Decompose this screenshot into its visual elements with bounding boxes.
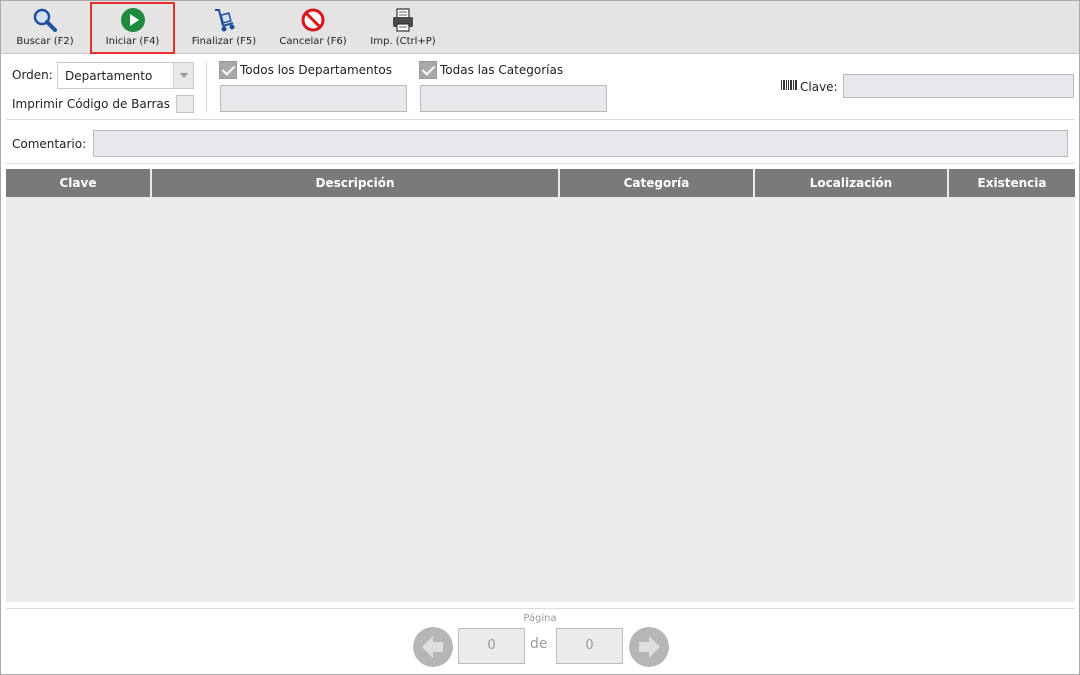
- divider: [6, 119, 1075, 120]
- finish-button[interactable]: Finalizar (F5): [185, 3, 263, 53]
- arrow-right-icon: [639, 636, 660, 658]
- previous-page-button[interactable]: [413, 627, 453, 667]
- search-button[interactable]: Buscar (F2): [7, 3, 83, 53]
- category-field[interactable]: [420, 85, 607, 112]
- cancel-button-label: Cancelar (F6): [279, 36, 347, 47]
- arrow-left-icon: [422, 636, 443, 658]
- order-select-arrow[interactable]: [173, 63, 193, 88]
- total-pages-field: 0: [556, 628, 623, 664]
- barcode-icon: [781, 80, 797, 90]
- department-field[interactable]: [220, 85, 407, 112]
- divider: [6, 163, 1075, 164]
- start-button-label: Iniciar (F4): [105, 36, 160, 47]
- inventory-window: Buscar (F2) Iniciar (F4) Finalizar (F5): [0, 0, 1080, 675]
- all-departments-label: Todos los Departamentos: [240, 63, 392, 77]
- order-select-value: Departamento: [65, 69, 153, 83]
- clave-label: Clave:: [800, 80, 838, 94]
- current-page-field[interactable]: 0: [458, 628, 525, 664]
- toolbar: Buscar (F2) Iniciar (F4) Finalizar (F5): [1, 1, 1079, 54]
- print-button[interactable]: Imp. (Ctrl+P): [365, 3, 441, 53]
- printer-icon: [393, 8, 413, 32]
- finish-button-label: Finalizar (F5): [191, 36, 257, 47]
- comment-field[interactable]: [93, 130, 1068, 157]
- column-header-existencia[interactable]: Existencia: [949, 169, 1075, 197]
- all-categories-checkbox[interactable]: [419, 61, 437, 79]
- comment-label: Comentario:: [12, 137, 87, 151]
- print-barcode-checkbox[interactable]: [176, 95, 194, 113]
- cancel-icon: [301, 8, 325, 32]
- clave-field[interactable]: [843, 74, 1074, 98]
- all-departments-checkbox[interactable]: [219, 61, 237, 79]
- cancel-button[interactable]: Cancelar (F6): [273, 3, 353, 53]
- order-label: Orden:: [12, 68, 53, 82]
- order-select[interactable]: Departamento: [57, 62, 194, 89]
- next-page-button[interactable]: [629, 627, 669, 667]
- column-header-localizacion[interactable]: Localización: [755, 169, 949, 197]
- hand-truck-icon: [215, 9, 235, 32]
- print-barcode-label: Imprimir Código de Barras: [12, 97, 170, 111]
- all-categories-label: Todas las Categorías: [440, 63, 564, 77]
- divider: [6, 608, 1075, 609]
- page-of-label: de: [530, 636, 548, 652]
- print-button-label: Imp. (Ctrl+P): [370, 36, 436, 47]
- column-header-descripcion[interactable]: Descripción: [152, 169, 560, 197]
- search-icon: [33, 8, 57, 32]
- filter-divider: [206, 61, 207, 112]
- table-body[interactable]: [6, 197, 1075, 602]
- table-header: Clave Descripción Categoría Localización…: [6, 169, 1075, 197]
- start-button[interactable]: Iniciar (F4): [90, 2, 175, 54]
- column-header-categoria[interactable]: Categoría: [560, 169, 755, 197]
- play-icon: [120, 8, 145, 32]
- search-button-label: Buscar (F2): [16, 36, 74, 47]
- page-label: Página: [523, 613, 557, 624]
- chevron-down-icon: [180, 73, 188, 78]
- column-header-clave[interactable]: Clave: [6, 169, 152, 197]
